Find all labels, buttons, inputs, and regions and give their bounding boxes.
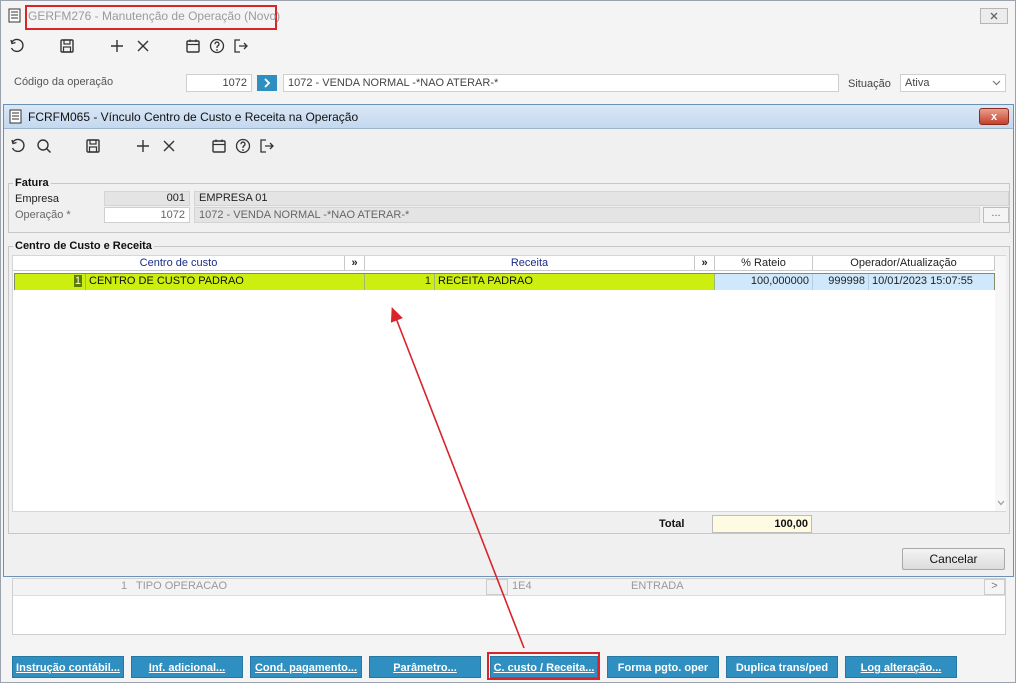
main-toolbar bbox=[7, 36, 251, 56]
header-operador[interactable]: Operador/Atualização bbox=[813, 256, 995, 271]
cell-rateio[interactable]: 100,000000 bbox=[715, 274, 813, 290]
header-centro-custo[interactable]: Centro de custo bbox=[13, 256, 345, 271]
cell-operador: 999998 bbox=[813, 274, 869, 290]
main-grid-code: 1E4 bbox=[512, 580, 532, 592]
parametro-button[interactable]: Parâmetro... bbox=[369, 656, 481, 678]
empresa-code: 001 bbox=[104, 191, 190, 206]
dialog-toolbar bbox=[8, 136, 277, 156]
situacao-select[interactable]: Ativa bbox=[900, 74, 1006, 92]
header-expand-receita[interactable]: » bbox=[695, 256, 715, 271]
grid-scrollbar[interactable] bbox=[995, 256, 1006, 511]
save-icon[interactable] bbox=[57, 36, 77, 56]
document-icon bbox=[9, 109, 22, 124]
operacao-label: Operação * bbox=[15, 209, 71, 221]
main-grid-cell-button[interactable] bbox=[486, 579, 508, 595]
calendar-icon[interactable] bbox=[183, 36, 203, 56]
codigo-input[interactable]: 1072 bbox=[186, 74, 252, 92]
main-title-bar: GERFM276 - Manutenção de Operação (Novo) bbox=[1, 1, 1015, 31]
total-value: 100,00 bbox=[712, 515, 812, 533]
header-rateio[interactable]: % Rateio bbox=[715, 256, 813, 271]
cell-rec-code[interactable]: 1 bbox=[365, 274, 435, 290]
cc-code-value: 1 bbox=[73, 275, 82, 287]
dialog-title: FCRFM065 - Vínculo Centro de Custo e Rec… bbox=[28, 110, 359, 124]
fatura-group: Fatura Empresa 001 EMPRESA 01 Operação *… bbox=[8, 177, 1010, 233]
situacao-value: Ativa bbox=[905, 77, 930, 89]
add-icon[interactable] bbox=[107, 36, 127, 56]
cell-cc-code[interactable]: 1 bbox=[15, 274, 86, 290]
chevron-down-icon bbox=[997, 500, 1005, 506]
main-grid-entrada: ENTRADA bbox=[631, 580, 684, 592]
exit-icon[interactable] bbox=[231, 36, 251, 56]
cell-rec-name[interactable]: RECEITA PADRAO bbox=[435, 274, 715, 290]
header-receita[interactable]: Receita bbox=[365, 256, 695, 271]
help-icon[interactable] bbox=[207, 36, 227, 56]
instrucao-contabil-button[interactable]: Instrução contábil... bbox=[12, 656, 124, 678]
log-alteracao-button[interactable]: Log alteração... bbox=[845, 656, 957, 678]
codigo-description: 1072 - VENDA NORMAL -*NAO ATERAR-* bbox=[283, 74, 839, 92]
save-icon[interactable] bbox=[83, 136, 103, 156]
exit-icon[interactable] bbox=[257, 136, 277, 156]
delete-icon[interactable] bbox=[133, 36, 153, 56]
main-grid: 1 TIPO OPERACAO 1E4 ENTRADA > bbox=[12, 578, 1006, 635]
header-expand-centro[interactable]: » bbox=[345, 256, 365, 271]
document-icon bbox=[8, 8, 21, 23]
ccr-grid: Centro de custo » Receita » % Rateio Ope… bbox=[12, 255, 1006, 512]
situacao-label: Situação bbox=[848, 78, 891, 90]
inf-adicional-button[interactable]: Inf. adicional... bbox=[131, 656, 243, 678]
empresa-name: EMPRESA 01 bbox=[194, 191, 1009, 206]
codigo-search-button[interactable] bbox=[257, 75, 277, 91]
help-icon[interactable] bbox=[233, 136, 253, 156]
main-grid-num: 1 bbox=[121, 580, 128, 592]
dialog-title-bar: FCRFM065 - Vínculo Centro de Custo e Rec… bbox=[4, 105, 1013, 129]
cancel-button[interactable]: Cancelar bbox=[902, 548, 1005, 570]
duplica-trans-button[interactable]: Duplica trans/ped bbox=[726, 656, 838, 678]
ccr-title: Centro de Custo e Receita bbox=[13, 240, 154, 252]
main-grid-row[interactable]: 1 TIPO OPERACAO 1E4 ENTRADA > bbox=[13, 579, 1005, 596]
codigo-label: Código da operação bbox=[14, 76, 114, 88]
dialog-close-button[interactable]: x bbox=[979, 108, 1009, 125]
main-close-button[interactable] bbox=[980, 8, 1008, 24]
chevron-right-icon bbox=[264, 78, 271, 88]
total-label: Total bbox=[659, 518, 685, 530]
cell-atualizacao: 10/01/2023 15:07:55 bbox=[869, 274, 994, 290]
close-icon: x bbox=[990, 110, 998, 123]
forma-pgto-button[interactable]: Forma pgto. oper bbox=[607, 656, 719, 678]
calendar-icon[interactable] bbox=[209, 136, 229, 156]
fatura-title: Fatura bbox=[13, 177, 51, 189]
table-row[interactable]: 1 CENTRO DE CUSTO PADRAO 1 RECEITA PADRA… bbox=[14, 273, 995, 290]
undo-icon[interactable] bbox=[8, 136, 28, 156]
add-icon[interactable] bbox=[133, 136, 153, 156]
vinculo-dialog: FCRFM065 - Vínculo Centro de Custo e Rec… bbox=[3, 104, 1014, 577]
main-grid-tipo: TIPO OPERACAO bbox=[136, 580, 228, 592]
cell-cc-name[interactable]: CENTRO DE CUSTO PADRAO bbox=[86, 274, 365, 290]
ccr-group: Centro de Custo e Receita Centro de cust… bbox=[8, 240, 1010, 534]
operacao-lookup-button[interactable]: ... bbox=[983, 207, 1009, 223]
annotation-highlight-button bbox=[487, 652, 600, 680]
chevron-down-icon bbox=[992, 80, 1001, 86]
undo-icon[interactable] bbox=[7, 36, 27, 56]
main-grid-arrow-button[interactable]: > bbox=[984, 579, 1005, 595]
cond-pagamento-button[interactable]: Cond. pagamento... bbox=[250, 656, 362, 678]
operacao-description: 1072 - VENDA NORMAL -*NAO ATERAR-* bbox=[194, 207, 980, 223]
empresa-label: Empresa bbox=[15, 193, 60, 205]
search-icon[interactable] bbox=[34, 136, 54, 156]
close-icon bbox=[990, 12, 998, 20]
operacao-code-input[interactable]: 1072 bbox=[104, 207, 190, 223]
delete-icon[interactable] bbox=[159, 136, 179, 156]
main-window-title: GERFM276 - Manutenção de Operação (Novo) bbox=[28, 9, 281, 23]
